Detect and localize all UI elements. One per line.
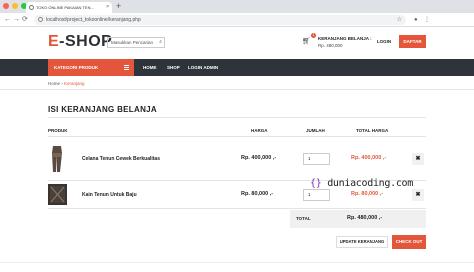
browser-toolbar: ← → ⟳ localhost/project_tokoonline/keran… bbox=[0, 13, 474, 27]
divider bbox=[48, 136, 426, 137]
nav-item-shop[interactable]: SHOP bbox=[167, 59, 180, 76]
account-icon[interactable]: ● bbox=[414, 16, 418, 24]
reload-icon[interactable]: ⟳ bbox=[22, 15, 28, 25]
column-header-total: TOTAL HARGA bbox=[356, 128, 389, 133]
product-thumbnail[interactable] bbox=[48, 184, 67, 205]
category-menu-label: KATEGORI PRODUK bbox=[54, 65, 99, 70]
search-input[interactable]: Masukkan Pencarian ⌕ bbox=[107, 37, 165, 48]
nav-item-home[interactable]: HOME bbox=[143, 59, 157, 76]
quantity-input[interactable]: 1 bbox=[303, 153, 330, 165]
forward-icon[interactable]: → bbox=[13, 15, 20, 25]
new-tab-button[interactable]: + bbox=[116, 1, 121, 12]
watermark: {} duniacoding.com bbox=[310, 178, 413, 189]
search-placeholder: Masukkan Pencarian bbox=[111, 40, 154, 45]
row-total: Rp. 80,000 ,- bbox=[351, 191, 384, 197]
close-window-icon[interactable] bbox=[3, 3, 9, 9]
divider bbox=[48, 208, 426, 209]
divider bbox=[0, 262, 474, 263]
checkout-button[interactable]: CHECK OUT bbox=[392, 235, 426, 249]
product-price: Rp. 400,000 ,- bbox=[241, 155, 277, 161]
divider bbox=[48, 117, 426, 118]
row-total: Rp. 400,000 ,- bbox=[351, 155, 387, 161]
cart-summary-total: Rp. 480,000 bbox=[318, 43, 343, 48]
cart-total-label: TOTAL bbox=[296, 216, 311, 221]
divider bbox=[0, 89, 474, 90]
cart-icon[interactable]: 🛒︎ bbox=[302, 37, 311, 45]
site-logo[interactable]: E-SHOP bbox=[48, 33, 112, 51]
browser-tab[interactable]: TOKO ONLINE PAKAIAN TEN... × bbox=[26, 2, 112, 13]
browser-menu-icon[interactable]: ⋮ bbox=[424, 16, 430, 24]
product-name[interactable]: Celana Tenun Cewek Berkualitas bbox=[82, 156, 160, 162]
product-thumbnail[interactable] bbox=[48, 145, 67, 173]
quantity-input[interactable]: 1 bbox=[303, 189, 330, 201]
login-button[interactable]: LOGIN bbox=[374, 36, 394, 47]
cart-total-value: Rp. 480,000 ,- bbox=[347, 215, 383, 221]
delete-item-icon[interactable]: ✖ bbox=[412, 189, 424, 201]
tab-close-icon[interactable]: × bbox=[106, 2, 109, 13]
window-controls bbox=[3, 3, 27, 9]
bookmark-star-icon[interactable]: ☆ bbox=[397, 15, 402, 25]
column-header-price: HARGA bbox=[251, 128, 268, 133]
back-icon[interactable]: ← bbox=[4, 15, 11, 25]
page-title: ISI KERANJANG BELANJA bbox=[48, 105, 157, 114]
breadcrumb-home[interactable]: Home bbox=[48, 81, 60, 86]
browser-tab-bar: TOKO ONLINE PAKAIAN TEN... × + bbox=[0, 0, 474, 13]
column-header-product: PRODUK bbox=[48, 128, 68, 133]
url-text: localhost/project_tokoonline/keranjang.p… bbox=[46, 17, 141, 23]
column-header-qty: JUMLAH bbox=[306, 128, 325, 133]
favicon-icon bbox=[29, 5, 34, 10]
breadcrumb: Home › Keranjang bbox=[48, 81, 85, 86]
cart-count-badge: 1 bbox=[311, 33, 316, 38]
breadcrumb-current: Keranjang bbox=[64, 81, 85, 86]
product-price: Rp. 80,000 ,- bbox=[241, 191, 274, 197]
tab-title: TOKO ONLINE PAKAIAN TEN... bbox=[36, 5, 94, 10]
site-info-icon[interactable] bbox=[38, 17, 43, 22]
address-bar[interactable]: localhost/project_tokoonline/keranjang.p… bbox=[34, 15, 406, 25]
main-navbar: KATEGORI PRODUK HOME SHOP LOGIN ADMIN bbox=[0, 59, 474, 76]
update-cart-button[interactable]: UPDATE KERANJANG bbox=[336, 236, 388, 248]
hamburger-icon bbox=[124, 65, 129, 70]
cart-summary-title[interactable]: KERANJANG BELANJA : bbox=[318, 36, 372, 41]
product-name[interactable]: Kain Tenun Untuk Baju bbox=[82, 192, 137, 198]
nav-item-login-admin[interactable]: LOGIN ADMIN bbox=[188, 59, 218, 76]
minimize-window-icon[interactable] bbox=[12, 3, 18, 9]
delete-item-icon[interactable]: ✖ bbox=[412, 153, 424, 165]
search-icon[interactable]: ⌕ bbox=[159, 38, 162, 47]
register-button[interactable]: DAFTAR bbox=[399, 35, 426, 48]
category-menu-button[interactable]: KATEGORI PRODUK bbox=[48, 59, 134, 76]
